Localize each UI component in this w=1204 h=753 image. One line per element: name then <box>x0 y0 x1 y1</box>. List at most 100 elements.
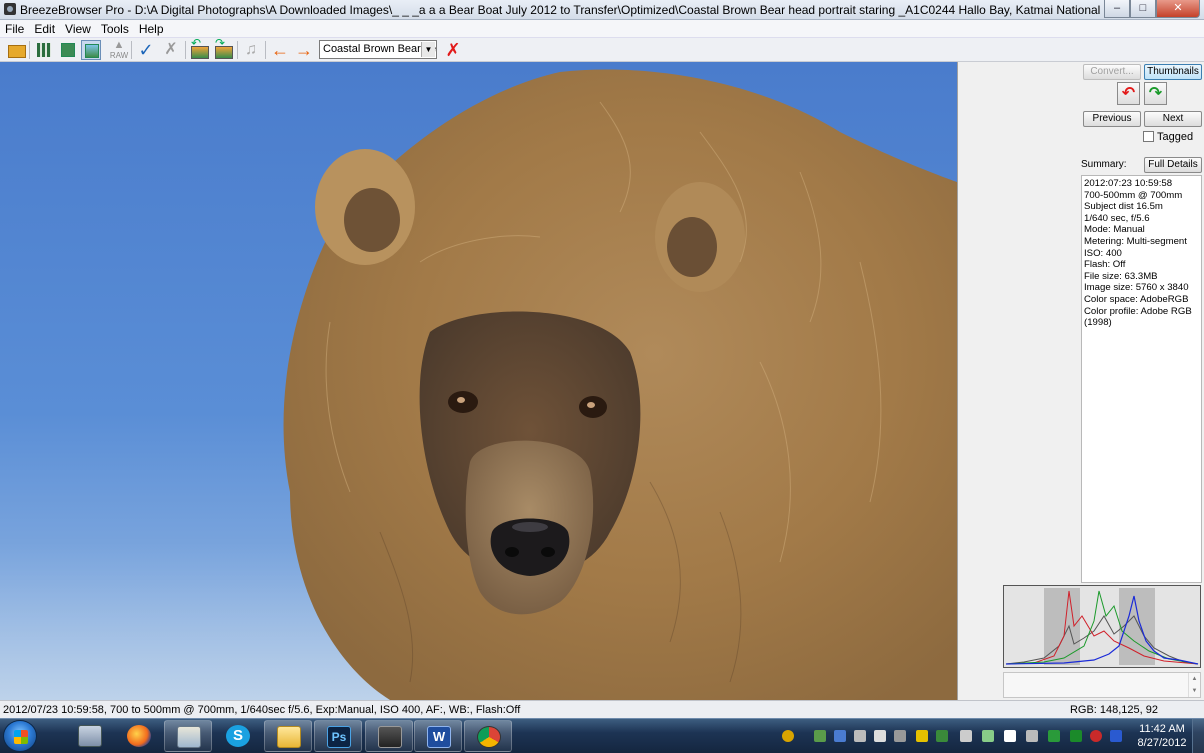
breezebrowser-icon[interactable] <box>365 720 413 752</box>
menu-tools[interactable]: Tools <box>96 20 134 37</box>
system-tray <box>770 719 1130 753</box>
maximize-button[interactable]: □ <box>1130 0 1156 18</box>
scroll-arrows-icon[interactable]: ▲ ▼ <box>1188 673 1200 697</box>
detail-line: 700-500mm @ 700mm <box>1084 189 1183 201</box>
calculator-icon[interactable] <box>66 720 114 752</box>
detail-line: 2012:07:23 10:59:58 <box>1084 178 1173 189</box>
bluetooth-icon[interactable] <box>834 730 846 742</box>
windows-taskbar: S Ps W 11:42 AM 8/27/2012 <box>0 718 1204 753</box>
menu-help[interactable]: Help <box>134 20 169 37</box>
delete-icon[interactable]: ✗ <box>443 40 463 60</box>
firefox-icon[interactable] <box>115 720 163 752</box>
full-image-icon[interactable] <box>81 40 101 60</box>
minimize-button[interactable]: – <box>1104 0 1130 18</box>
show-desktop-button[interactable] <box>1192 719 1204 753</box>
skype-icon[interactable]: S <box>214 720 262 752</box>
app-tray-icon[interactable] <box>916 730 928 742</box>
thumbnails-button[interactable]: Thumbnails <box>1144 64 1202 80</box>
status-exif-text: 2012/07/23 10:59:58, 700 to 500mm @ 700m… <box>3 704 521 716</box>
display-icon[interactable] <box>1026 730 1038 742</box>
windows-logo-icon <box>14 730 28 744</box>
clock-time: 11:42 AM <box>1139 723 1185 735</box>
previous-image-icon[interactable]: ↶ <box>1117 82 1140 105</box>
explorer-window-icon[interactable] <box>164 720 212 752</box>
menu-file[interactable]: File <box>0 20 29 37</box>
signal-icon[interactable] <box>854 730 866 742</box>
untag-icon[interactable]: ✗ <box>161 40 181 60</box>
thumbnail-grid-icon[interactable] <box>34 40 54 60</box>
toolbar-separator <box>265 41 266 59</box>
detail-line: Image size: 5760 x 3840 <box>1084 282 1189 294</box>
previous-arrow-icon[interactable]: ← <box>270 40 290 60</box>
menu-view[interactable]: View <box>60 20 96 37</box>
open-folder-icon[interactable] <box>6 40 26 60</box>
folder-icon[interactable] <box>264 720 312 752</box>
action-center-flag-icon[interactable] <box>1004 730 1016 742</box>
app-tray-icon[interactable] <box>1048 730 1060 742</box>
app-tray-icon[interactable] <box>1110 730 1122 742</box>
window-title: BreezeBrowser Pro - D:\A Digital Photogr… <box>20 3 1100 17</box>
toolbar-separator <box>185 41 186 59</box>
chrome-icon[interactable] <box>464 720 512 752</box>
detail-line: ISO: 400 <box>1084 247 1122 259</box>
rotate-right-icon[interactable] <box>213 36 233 60</box>
status-bar: 2012/07/23 10:59:58, 700 to 500mm @ 700m… <box>0 700 1204 718</box>
app-tray-icon[interactable] <box>936 730 948 742</box>
main-image-view[interactable] <box>0 62 957 700</box>
tagged-checkbox[interactable]: Tagged <box>1143 131 1193 143</box>
histogram <box>1003 585 1201 668</box>
detail-line: Color profile: Adobe RGB (1998) <box>1084 305 1192 329</box>
convert-button[interactable]: Convert... <box>1083 64 1141 80</box>
tag-check-icon[interactable]: ✓ <box>136 40 156 60</box>
previous-button[interactable]: Previous <box>1083 111 1141 127</box>
tagged-label: Tagged <box>1157 131 1194 143</box>
detail-line: File size: 63.3MB <box>1084 270 1158 282</box>
menu-edit[interactable]: Edit <box>29 20 60 37</box>
rotate-left-icon[interactable] <box>189 36 209 60</box>
detail-line: Metering: Multi-segment <box>1084 235 1187 247</box>
notification-icon[interactable] <box>782 730 794 742</box>
app-tray-icon[interactable] <box>1070 730 1082 742</box>
toolbar-separator <box>29 41 30 59</box>
full-details-button[interactable]: Full Details <box>1144 157 1202 173</box>
next-arrow-icon[interactable]: → <box>294 40 314 60</box>
menu-bar: File Edit View Tools Help <box>0 20 1204 38</box>
status-rgb-readout: RGB: 148,125, 92 <box>1069 704 1158 716</box>
usb-icon[interactable] <box>894 730 906 742</box>
detail-line: Mode: Manual <box>1084 224 1145 236</box>
window-controls: – □ ✕ <box>1104 0 1200 18</box>
word-icon[interactable]: W <box>414 720 462 752</box>
battery-icon[interactable] <box>874 730 886 742</box>
bear-photo <box>0 69 957 700</box>
wifi-icon[interactable] <box>982 730 994 742</box>
side-panel: Convert... Thumbnails ↶ ↷ Previous Next … <box>957 62 1204 700</box>
breezebrowser-app-icon <box>4 3 16 15</box>
detail-line: Flash: Off <box>1084 259 1126 271</box>
thumbnail-preview-icon[interactable] <box>58 40 78 60</box>
photoshop-icon[interactable]: Ps <box>314 720 362 752</box>
audio-note-icon[interactable]: ♫ <box>241 40 261 60</box>
detail-line: Subject dist 16.5m <box>1084 201 1163 213</box>
start-button[interactable] <box>3 720 37 752</box>
raw-icon[interactable]: RAW <box>109 40 129 60</box>
app-tray-icon[interactable] <box>1090 730 1102 742</box>
chevron-down-icon[interactable]: ▼ <box>421 42 435 57</box>
details-list: 2012:07:23 10:59:58 700-500mm @ 700mm Su… <box>1081 175 1202 583</box>
volume-icon[interactable] <box>960 730 972 742</box>
next-image-icon[interactable]: ↷ <box>1144 82 1167 105</box>
toolbar-separator <box>131 41 132 59</box>
toolbar-separator <box>237 41 238 59</box>
summary-label: Summary: <box>1081 159 1127 170</box>
next-button[interactable]: Next <box>1144 111 1202 127</box>
file-select-dropdown[interactable]: Coastal Brown Bear he ▼ <box>319 40 437 59</box>
histogram-info-box: ▲ ▼ <box>1003 672 1201 698</box>
detail-line: 1/640 sec, f/5.6 <box>1084 212 1150 224</box>
network-tray-icon[interactable] <box>814 730 826 742</box>
toolbar: RAW ✓ ✗ ♫ ← → Coastal Brown Bear he ▼ ✗ <box>0 36 1204 62</box>
histogram-graph <box>1005 588 1199 665</box>
file-select-value: Coastal Brown Bear he <box>323 43 437 55</box>
detail-line: Color space: AdobeRGB <box>1084 293 1189 305</box>
taskbar-clock[interactable]: 11:42 AM 8/27/2012 <box>1132 722 1192 750</box>
checkbox-box[interactable] <box>1143 131 1154 142</box>
close-button[interactable]: ✕ <box>1156 0 1200 18</box>
